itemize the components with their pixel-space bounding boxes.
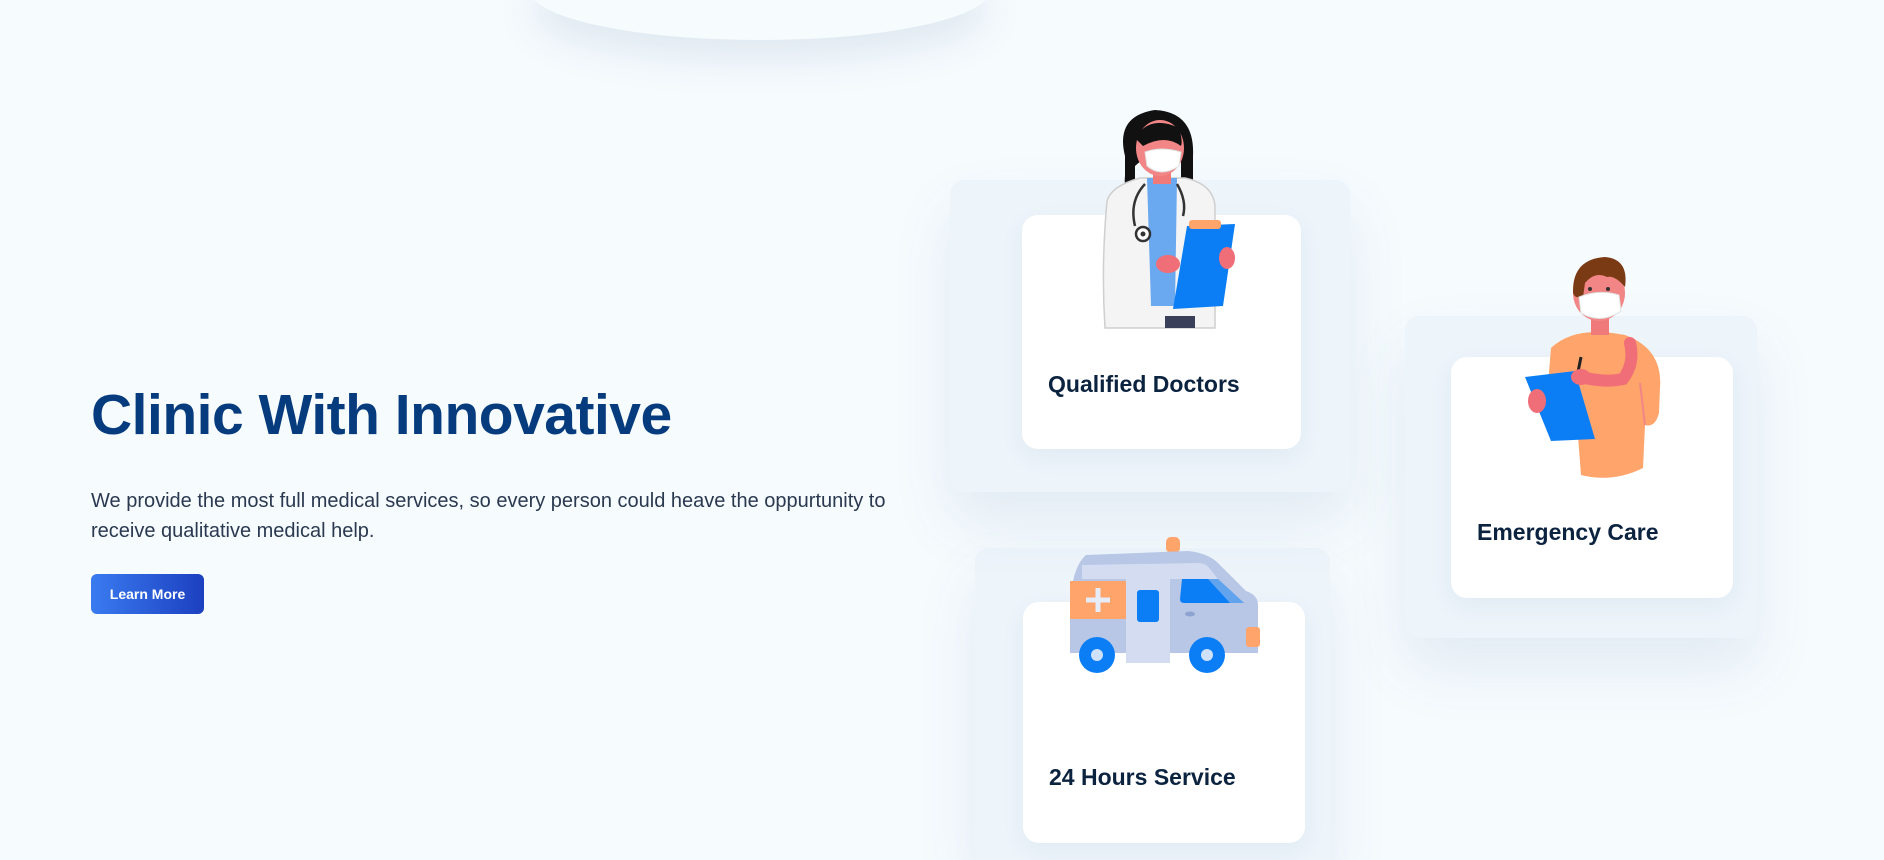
decorative-shadow [530,0,990,40]
learn-more-button[interactable]: Learn More [91,574,204,614]
nurse-illustration-icon [1525,257,1661,478]
feature-card-label: Qualified Doctors [1048,371,1240,397]
ambulance-illustration-icon [1070,537,1260,673]
feature-card-label: 24 Hours Service [1049,764,1236,790]
doctor-illustration-icon [1102,110,1235,329]
feature-card-label: Emergency Care [1477,519,1659,545]
hero-description: We provide the most full medical service… [91,490,886,542]
hero-title: Clinic With Innovative [91,383,672,447]
